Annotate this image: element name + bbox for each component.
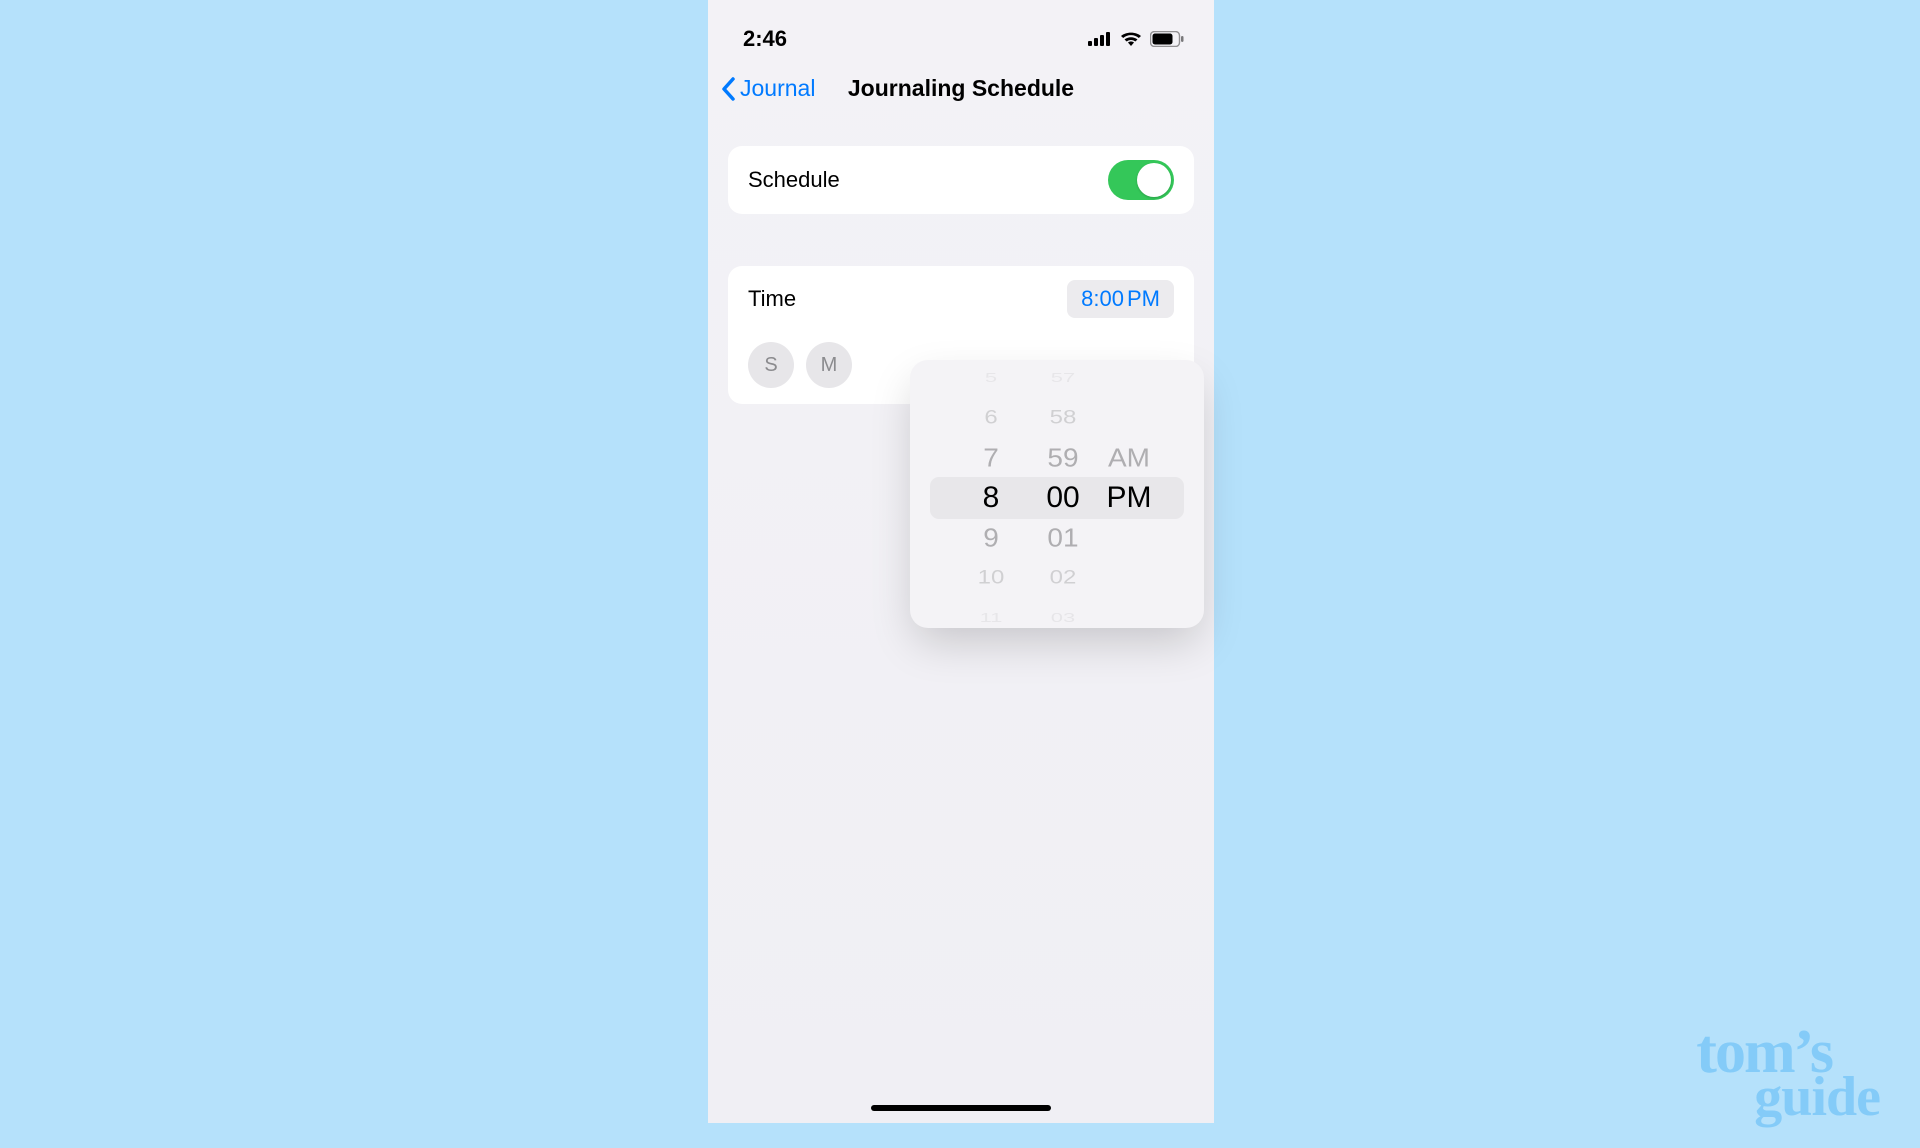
day-sunday[interactable]: S: [748, 342, 794, 388]
picker-hour-opt[interactable]: 11: [955, 606, 1027, 628]
picker-hour-opt[interactable]: 6: [955, 402, 1027, 434]
schedule-label: Schedule: [748, 167, 840, 193]
back-button[interactable]: Journal: [720, 75, 815, 102]
picker-period-column[interactable]: AM PM: [1099, 360, 1159, 628]
watermark-logo: tom’s guide: [1696, 1028, 1880, 1120]
status-icons: [1088, 31, 1184, 47]
picker-min-opt[interactable]: 59: [1027, 440, 1099, 477]
chevron-left-icon: [720, 76, 738, 100]
picker-min-opt[interactable]: 57: [1027, 366, 1099, 390]
time-picker-popover[interactable]: 5 6 7 8 9 10 11 57 58 59 00 01 02 03 AM: [910, 360, 1204, 628]
picker-minute-column[interactable]: 57 58 59 00 01 02 03: [1027, 360, 1099, 628]
schedule-card: Schedule: [728, 146, 1194, 214]
schedule-row: Schedule: [728, 146, 1194, 214]
time-row: Time 8:00PM: [728, 266, 1194, 332]
picker-period-selected[interactable]: PM: [1099, 478, 1159, 518]
toggle-knob: [1137, 163, 1171, 197]
time-label: Time: [748, 286, 796, 312]
time-value-pill[interactable]: 8:00PM: [1067, 280, 1174, 318]
picker-hour-opt[interactable]: 9: [955, 520, 1027, 557]
nav-bar: Journal Journaling Schedule: [708, 60, 1214, 116]
picker-hour-opt[interactable]: 10: [955, 562, 1027, 594]
cellular-signal-icon: [1088, 32, 1112, 46]
time-period: PM: [1127, 286, 1160, 311]
time-hourmin: 8:00: [1081, 286, 1124, 311]
picker-min-selected[interactable]: 00: [1027, 478, 1099, 518]
picker-period-opt[interactable]: AM: [1099, 440, 1159, 477]
battery-icon: [1150, 31, 1184, 47]
back-label: Journal: [740, 75, 815, 102]
picker-hour-opt[interactable]: 5: [955, 366, 1027, 390]
picker-min-opt[interactable]: 01: [1027, 520, 1099, 557]
picker-hour-opt[interactable]: 7: [955, 440, 1027, 477]
wifi-icon: [1120, 31, 1142, 47]
schedule-toggle[interactable]: [1108, 160, 1174, 200]
picker-min-opt[interactable]: 03: [1027, 606, 1099, 628]
status-bar: 2:46: [708, 0, 1214, 60]
picker-hour-selected[interactable]: 8: [955, 478, 1027, 518]
picker-min-opt[interactable]: 02: [1027, 562, 1099, 594]
picker-columns: 5 6 7 8 9 10 11 57 58 59 00 01 02 03 AM: [910, 360, 1204, 628]
picker-min-opt[interactable]: 58: [1027, 402, 1099, 434]
picker-hour-column[interactable]: 5 6 7 8 9 10 11: [955, 360, 1027, 628]
day-monday[interactable]: M: [806, 342, 852, 388]
status-time: 2:46: [743, 26, 787, 52]
home-indicator: [871, 1105, 1051, 1111]
